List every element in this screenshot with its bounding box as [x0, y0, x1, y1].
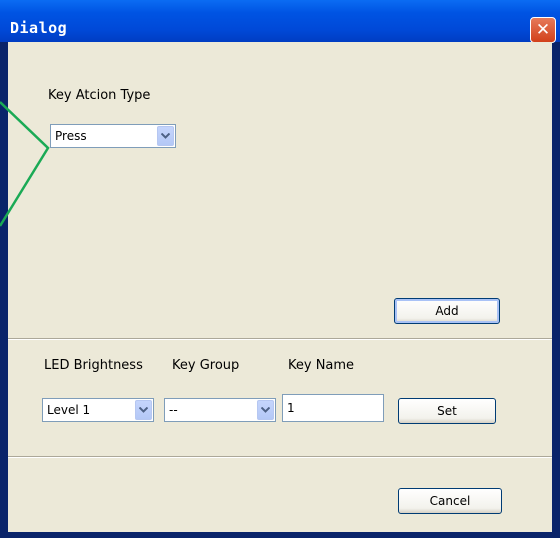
led-brightness-value: Level 1	[47, 403, 91, 417]
led-brightness-label: LED Brightness	[44, 358, 143, 373]
chevron-down-icon[interactable]	[157, 126, 174, 146]
chevron-down-icon[interactable]	[135, 400, 152, 420]
key-action-type-value: Press	[55, 129, 87, 143]
key-name-input[interactable]: 1	[282, 394, 384, 422]
chevron-down-icon[interactable]	[257, 400, 274, 420]
key-group-select[interactable]: --	[164, 398, 276, 422]
separator-top	[8, 338, 552, 340]
dialog-window: Dialog ✕ Key Atcion Type Press Add LED B…	[0, 0, 560, 538]
cancel-button[interactable]: Cancel	[398, 488, 502, 514]
set-button[interactable]: Set	[398, 398, 496, 424]
dialog-title: Dialog	[10, 19, 68, 37]
key-action-type-select[interactable]: Press	[50, 124, 176, 148]
key-action-type-label: Key Atcion Type	[48, 88, 151, 103]
key-group-value: --	[169, 403, 178, 417]
key-group-label: Key Group	[172, 358, 240, 373]
separator-bottom	[8, 456, 552, 458]
key-name-label: Key Name	[288, 358, 355, 373]
dialog-client-area: Key Atcion Type Press Add LED Brightness…	[8, 42, 552, 532]
led-brightness-select[interactable]: Level 1	[42, 398, 154, 422]
title-bar[interactable]: Dialog ✕	[0, 0, 560, 43]
key-name-value: 1	[287, 401, 295, 415]
close-icon[interactable]: ✕	[530, 17, 556, 43]
add-button[interactable]: Add	[394, 298, 500, 324]
